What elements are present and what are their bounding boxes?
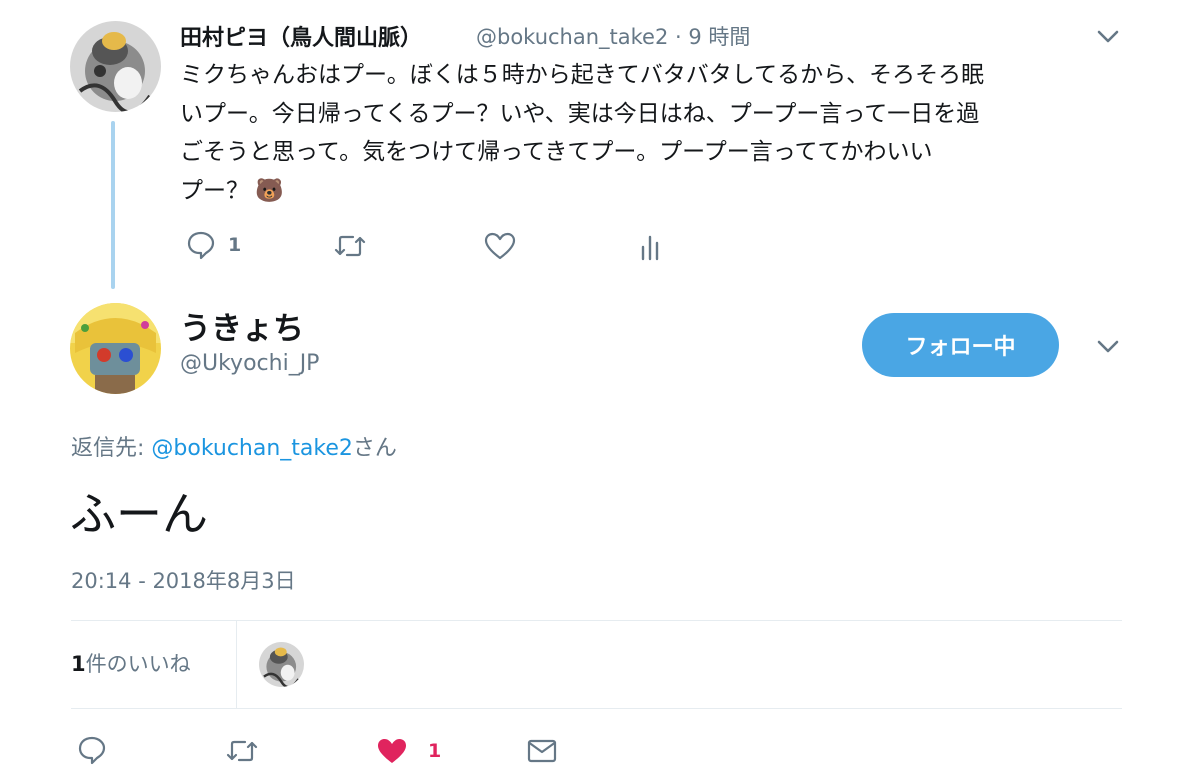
parent-analytics-button[interactable] [639,233,661,261]
chevron-down-icon[interactable] [1096,24,1120,48]
like-stats-label: 件のいいね [85,652,191,676]
main-message-button[interactable] [527,738,557,764]
parent-retweet-button[interactable] [333,233,367,259]
parent-avatar[interactable] [70,21,161,112]
liker-avatar[interactable] [259,642,304,687]
divider [236,621,237,708]
like-icon [484,232,516,260]
main-retweet-button[interactable] [225,738,259,764]
tweet-text-line: プー？ [180,177,249,204]
tweet-text-line: ミクちゃんおはプー。ぼくは５時から起きてバタバタしてるから、そろそろ眠 [180,62,985,88]
bear-emoji: 🐻 [255,177,284,204]
chevron-down-icon[interactable] [1096,334,1120,358]
like-stats-count: 1 [71,652,86,676]
tweet-timestamp[interactable]: 20:14 - 2018年8月3日 [71,565,296,595]
main-tweet-text: ふーん [70,487,208,541]
reply-icon [78,736,106,765]
parent-like-button[interactable] [484,232,516,260]
envelope-icon [527,739,557,763]
reply-to-line: 返信先: @bokuchan_take2さん [71,430,397,462]
main-reply-button[interactable] [77,735,107,765]
like-stats[interactable]: 1件のいいね [71,648,191,678]
parent-reply-button[interactable]: 1 [186,230,241,260]
like-count: 1 [428,740,442,762]
parent-display-name[interactable]: 田村ピヨ（鳥人間山脈） [180,20,422,52]
reply-icon [187,231,215,260]
tweet-text-line: いプー。今日帰ってくるプー？いや、実は今日はね、プープー言って一日を過 [180,100,980,127]
reply-to-prefix: 返信先: [71,436,152,461]
following-button[interactable]: フォロー中 [862,313,1059,377]
main-handle[interactable]: @Ukyochi_JP [180,351,319,376]
parent-handle-time[interactable]: @bokuchan_take2 · 9 時間 [476,21,750,51]
parent-tweet-text: ミクちゃんおはプー。ぼくは５時から起きてバタバタしてるから、そろそろ眠 いプー。… [180,56,1110,210]
reply-to-suffix: さん [352,436,397,461]
reply-to-link[interactable]: @bokuchan_take2 [151,436,353,461]
main-like-button[interactable]: 1 [376,737,441,765]
main-display-name[interactable]: うきょち [180,303,304,348]
retweet-icon [226,740,258,762]
reply-count: 1 [228,234,242,256]
tweet-text-line: ごそうと思って。気をつけて帰ってきてプー。プープー言っててかわいい [180,139,933,165]
divider [71,620,1122,621]
tweet-text-line-last: プー？ 🐻 [180,172,1110,211]
main-avatar[interactable] [70,303,161,394]
divider [71,708,1122,709]
thread-line [111,121,115,289]
heart-filled-icon [378,739,406,763]
retweet-icon [334,235,366,257]
analytics-icon [641,235,659,261]
